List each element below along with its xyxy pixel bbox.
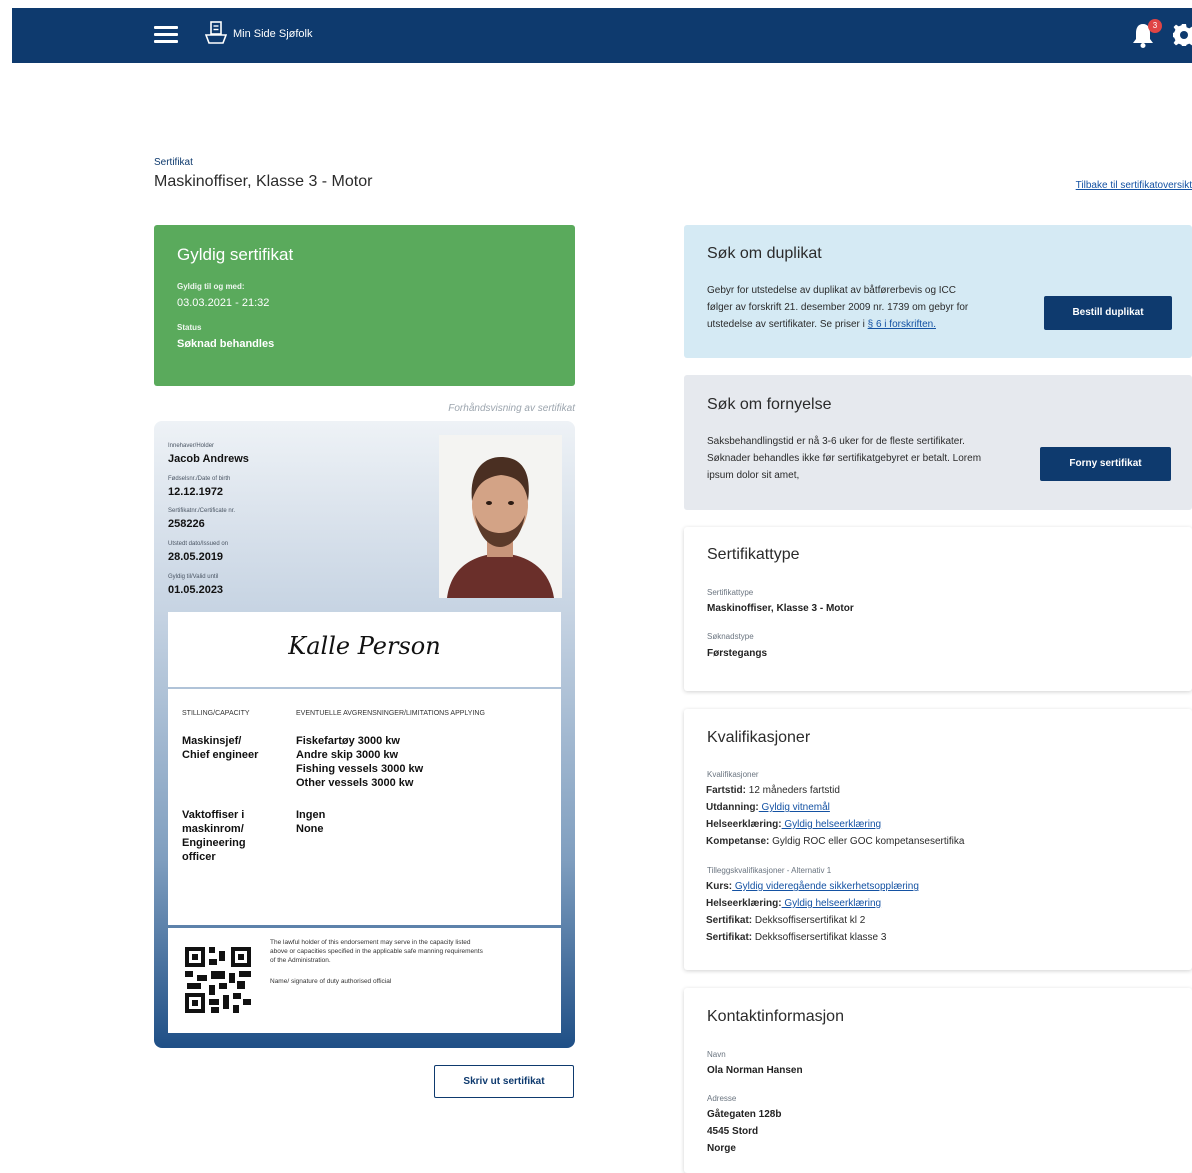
qualifications-card: Kvalifikasjoner Kvalifikasjoner Fartstid… [684,709,1192,970]
print-certificate-button[interactable]: Skriv ut sertifikat [434,1065,574,1098]
additional-qualifications-label: Tilleggskvalifikasjoner - Alternativ 1 [707,866,832,875]
holder-signature: Kalle Person [288,632,441,660]
limitations-header: EVENTUELLE AVGRENSNINGER/LIMITATIONS APP… [296,710,485,717]
capacity-row-1: Maskinsjef/ Chief engineer [182,735,259,761]
qualification-key: Helseerklæring: [706,898,782,909]
holder-label: Innehaver/Holder [168,443,215,449]
endorsement-text: The lawful holder of this endorsement ma… [270,939,483,964]
holder-photo [439,435,562,598]
order-duplicate-button[interactable]: Bestill duplikat [1044,296,1172,330]
duplicate-title: Søk om duplikat [707,245,822,262]
issued-value: 28.05.2019 [168,551,224,563]
qr-code-icon [183,945,253,1015]
certificate-type-label: Sertifikattype [707,588,754,597]
valid-until-label: Gyldig til og med: [177,282,245,291]
dob-value: 12.12.1972 [168,486,224,498]
breadcrumb[interactable]: Sertifikat [154,157,193,168]
contact-title: Kontaktinformasjon [707,1008,844,1025]
qualification-key: Fartstid: [706,785,746,796]
app-logo-icon[interactable] [205,21,227,45]
qualification-line: Kurs: Gyldig videregående sikkerhetsoppl… [706,881,919,892]
contact-card: Kontaktinformasjon Navn Ola Norman Hanse… [684,988,1192,1173]
capacity-table: STILLING/CAPACITY EVENTUELLE AVGRENSNING… [168,689,561,925]
qualification-key: Kurs: [706,881,733,892]
safety-course-link[interactable]: Gyldig videregående sikkerhetsopplæring [732,881,919,892]
back-to-overview-link[interactable]: Tilbake til sertifikatoversikt [1076,180,1192,191]
duplicate-text: Gebyr for utstedelse av duplikat av båtf… [707,282,982,333]
valid-until-value: 03.03.2021 - 21:32 [177,297,270,309]
name-value: Ola Norman Hansen [707,1065,803,1076]
qualification-value: Dekksoffisersertifikat kl 2 [752,915,866,926]
qualification-line: Helseerklæring: Gyldig helseerklæring [706,898,881,909]
issued-label: Utstedt dato/Issued on [168,541,229,547]
limitations-row-2: Ingen None [296,809,326,835]
duplicate-card: Søk om duplikat Gebyr for utstedelse av … [684,225,1192,358]
address-label: Adresse [707,1094,737,1103]
notification-badge: 3 [1148,19,1162,33]
application-type-value: Førstegangs [707,648,768,659]
address-line-2: 4545 Stord [707,1126,759,1137]
certificate-type-title: Sertifikattype [707,546,800,563]
qualification-key: Kompetanse: [706,836,770,847]
qualification-line: Sertifikat: Dekksoffisersertifikat klass… [706,932,886,943]
address-line-3: Norge [707,1143,736,1154]
qualification-line: Sertifikat: Dekksoffisersertifikat kl 2 [706,915,865,926]
qualification-line: Kompetanse: Gyldig ROC eller GOC kompeta… [706,836,964,847]
app-name[interactable]: Min Side Sjøfolk [233,28,312,40]
qualification-value: 12 måneders fartstid [746,785,840,796]
renewal-card: Søk om fornyelse Saksbehandlingstid er n… [684,375,1192,510]
qualification-value: Gyldig ROC eller GOC kompetansesertifika [769,836,965,847]
qualifications-title: Kvalifikasjoner [707,729,811,746]
qualification-key: Utdanning: [706,802,759,813]
menu-icon[interactable] [154,26,178,44]
capacity-row-2: Vaktoffiser i maskinrom/ Engineering off… [182,809,246,863]
qualification-line: Utdanning: Gyldig vitnemål [706,802,830,813]
certificate-status-card: Gyldig sertifikat Gyldig til og med: 03.… [154,225,575,386]
dob-label: Fødselsnr./Date of birth [168,476,231,482]
certificate-preview: Innehaver/Holder Jacob Andrews Fødselsnr… [154,421,575,1048]
signature-box: Kalle Person [168,612,561,687]
application-type-label: Søknadstype [707,632,754,641]
address-line-1: Gåtegaten 128b [707,1109,782,1120]
qualification-key: Sertifikat: [706,915,753,926]
qualification-key: Helseerklæring: [706,819,782,830]
certificate-type-value: Maskinoffiser, Klasse 3 - Motor [707,603,854,614]
status-label: Status [177,323,202,332]
page-title: Maskinoffiser, Klasse 3 - Motor [154,173,373,190]
qualifications-section-label: Kvalifikasjoner [707,770,759,779]
qualification-key: Sertifikat: [706,932,753,943]
qualification-value: Dekksoffisersertifikat klasse 3 [752,932,887,943]
diploma-link[interactable]: Gyldig vitnemål [759,802,830,813]
renewal-title: Søk om fornyelse [707,396,832,413]
status-card-title: Gyldig sertifikat [177,245,294,264]
certno-label: Sertifikatnr./Certificate nr. [168,508,236,514]
qualification-line: Helseerklæring: Gyldig helseerklæring [706,819,881,830]
limitations-row-1: Fiskefartøy 3000 kw Andre skip 3000 kw F… [296,735,424,789]
certificate-footer: The lawful holder of this endorsement ma… [168,928,561,1033]
certificate-preview-label: Forhåndsvisning av sertifikat [448,403,575,414]
gear-icon[interactable] [1172,23,1192,47]
certno-value: 258226 [168,518,205,530]
regulation-link[interactable]: § 6 i forskriften. [868,319,936,330]
health-declaration-link[interactable]: Gyldig helseerklæring [782,898,881,909]
top-navigation-bar: Min Side Sjøfolk 3 [12,8,1192,63]
holder-value: Jacob Andrews [168,453,249,465]
health-declaration-link[interactable]: Gyldig helseerklæring [782,819,881,830]
qualification-line: Fartstid: 12 måneders fartstid [706,785,840,796]
capacity-header: STILLING/CAPACITY [182,710,250,717]
renew-certificate-button[interactable]: Forny sertifikat [1040,447,1171,481]
name-label: Navn [707,1050,726,1059]
certificate-type-card: Sertifikattype Sertifikattype Maskinoffi… [684,527,1192,691]
status-value: Søknad behandles [177,338,275,350]
valid-value: 01.05.2023 [168,584,224,596]
renewal-text: Saksbehandlingstid er nå 3-6 uker for de… [707,436,982,481]
official-signature-label: Name/ signature of duty authorised offic… [270,978,392,985]
valid-label: Gyldig til/Valid until [168,574,219,580]
